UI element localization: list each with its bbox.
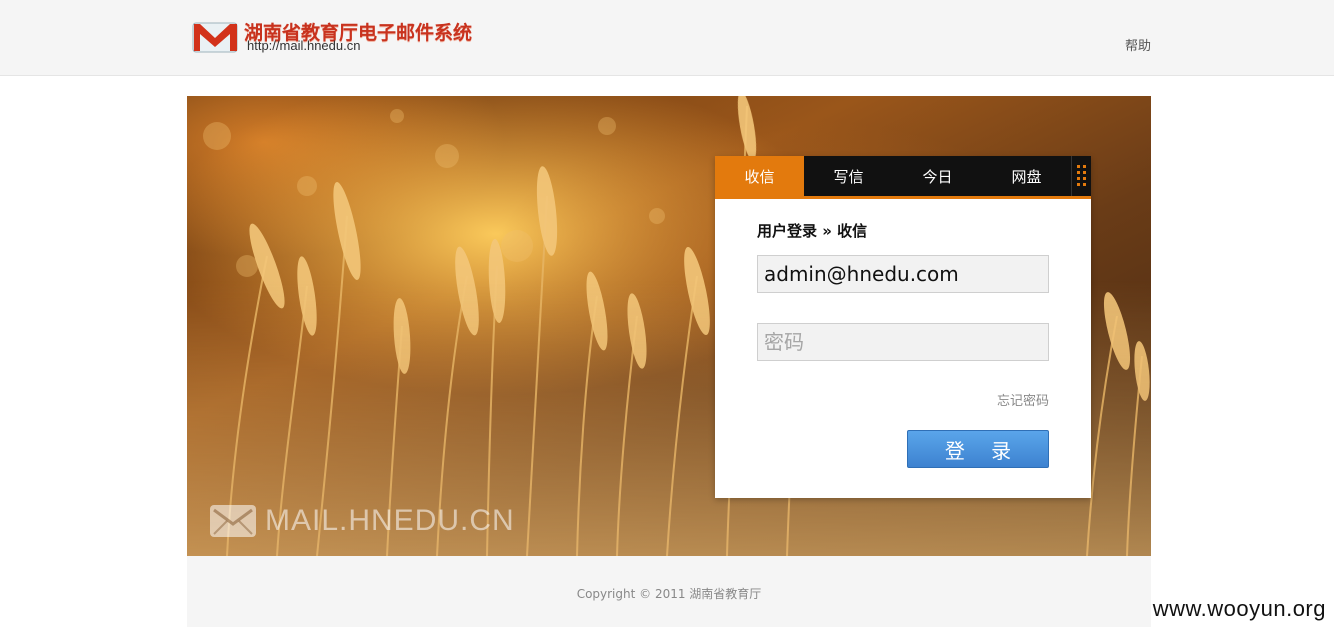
tab-compose[interactable]: 写信 (804, 156, 893, 196)
tab-netdisk[interactable]: 网盘 (982, 156, 1071, 196)
footer: Copyright © 2011 湖南省教育厅 (187, 556, 1151, 627)
login-tabs: 收信 写信 今日 网盘 (715, 156, 1091, 199)
username-field[interactable] (757, 255, 1049, 293)
drag-grip-icon[interactable] (1071, 156, 1091, 196)
hero-watermark: MAIL.HNEDU.CN (209, 501, 515, 541)
help-link[interactable]: 帮助 (1125, 35, 1151, 54)
logo-url: http://mail.hnedu.cn (247, 38, 361, 53)
login-button[interactable]: 登 录 (907, 430, 1049, 468)
envelope-m-icon (192, 22, 238, 53)
logo[interactable]: 湖南省教育厅电子邮件系统 http://mail.hnedu.cn (192, 18, 492, 58)
tab-today[interactable]: 今日 (893, 156, 982, 196)
site-watermark: www.wooyun.org (1152, 596, 1326, 621)
login-form-title: 用户登录 » 收信 (757, 222, 868, 240)
login-panel: 收信 写信 今日 网盘 用户登录 » 收信 忘记密码 登 录 (715, 156, 1091, 498)
tab-inbox[interactable]: 收信 (715, 156, 804, 196)
top-header: 湖南省教育厅电子邮件系统 http://mail.hnedu.cn 帮助 (0, 0, 1334, 76)
copyright-text: Copyright © 2011 湖南省教育厅 (576, 587, 762, 601)
hero-watermark-text: MAIL.HNEDU.CN (265, 504, 515, 537)
password-field[interactable] (757, 323, 1049, 361)
forgot-password-link[interactable]: 忘记密码 (997, 390, 1049, 409)
envelope-icon (210, 505, 256, 537)
